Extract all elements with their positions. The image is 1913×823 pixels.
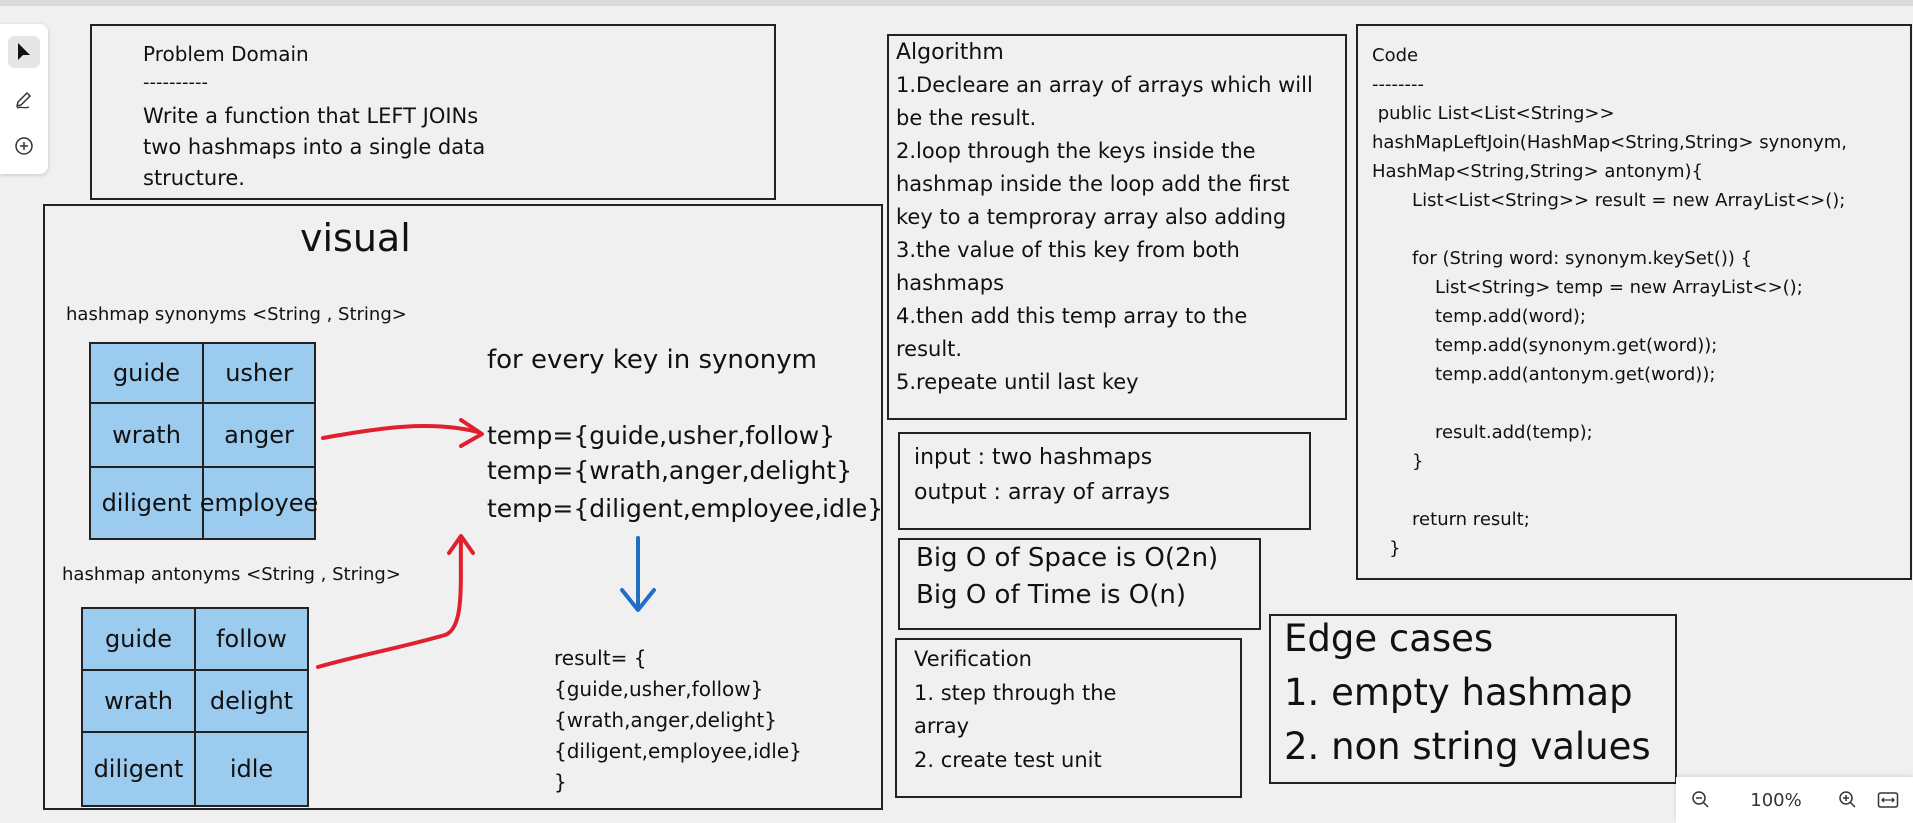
verification-title: Verification <box>914 647 1032 671</box>
code-line: Code <box>1372 45 1419 66</box>
temp-line: temp={diligent,employee,idle} <box>487 494 884 523</box>
zoom-in-button[interactable] <box>1833 785 1863 815</box>
algorithm-line: hashmaps <box>896 271 1005 295</box>
red-arrow-synonym-head <box>459 418 484 448</box>
zoom-in-icon <box>1839 791 1856 808</box>
algorithm-line: 5.repeate until last key <box>896 370 1139 394</box>
algorithm-line: 4.then add this temp array to the <box>896 304 1248 328</box>
code-line: public List<List<String>> <box>1372 103 1615 124</box>
code-line: temp.add(synonym.get(word)); <box>1372 335 1718 356</box>
big-o-space: Big O of Space is O(2n) <box>916 543 1219 573</box>
code-line: for (String word: synonym.keySet()) { <box>1372 248 1753 269</box>
algorithm-line: hashmap inside the loop add the first <box>896 172 1290 196</box>
code-line: hashMapLeftJoin(HashMap<String,String> s… <box>1372 132 1847 153</box>
edge-case-line: 2. non string values <box>1284 725 1651 768</box>
zoom-out-icon <box>1692 791 1709 808</box>
zoom-out-button[interactable] <box>1686 785 1716 815</box>
for-every-key-label: for every key in synonym <box>487 345 817 375</box>
algorithm-line: be the result. <box>896 106 1037 130</box>
edge-case-line: 1. empty hashmap <box>1284 671 1633 714</box>
code-line: -------- <box>1372 74 1424 95</box>
red-arrow-synonym <box>321 424 480 440</box>
algorithm-line: key to a temproray array also adding <box>896 205 1287 229</box>
code-line: return result; <box>1372 509 1530 530</box>
result-line: {diligent,employee,idle} <box>554 739 802 763</box>
edge-cases-title: Edge cases <box>1284 617 1494 660</box>
result-line: {wrath,anger,delight} <box>554 708 777 732</box>
temp-line: temp={wrath,anger,delight} <box>487 456 853 485</box>
big-o-time: Big O of Time is O(n) <box>916 580 1187 610</box>
zoom-control: 100% <box>1676 777 1913 823</box>
result-line: {guide,usher,follow} <box>554 677 764 701</box>
fit-width-button[interactable] <box>1873 785 1903 815</box>
code-line: List<List<String>> result = new ArrayLis… <box>1372 190 1846 211</box>
code-line: List<String> temp = new ArrayList<>(); <box>1372 277 1803 298</box>
output-line: output : array of arrays <box>914 480 1170 505</box>
algorithm-line: 2.loop through the keys inside the <box>896 139 1256 163</box>
red-arrow-antonym <box>316 538 463 669</box>
algorithm-title: Algorithm <box>896 40 1004 65</box>
algorithm-line: 1.Decleare an array of arrays which will <box>896 73 1313 97</box>
code-line: } <box>1372 451 1424 472</box>
code-line: temp.add(antonym.get(word)); <box>1372 364 1716 385</box>
temp-line: temp={guide,usher,follow} <box>487 421 836 450</box>
verification-line: 1. step through the <box>914 681 1117 705</box>
fit-width-icon <box>1877 792 1899 808</box>
result-line: } <box>554 770 567 794</box>
verification-line: 2. create test unit <box>914 748 1102 772</box>
code-line: temp.add(word); <box>1372 306 1586 327</box>
zoom-level: 100% <box>1750 789 1802 811</box>
verification-line: array <box>914 714 970 738</box>
algorithm-line: 3.the value of this key from both <box>896 238 1240 262</box>
algorithm-line: result. <box>896 337 963 361</box>
code-line: HashMap<String,String> antonym){ <box>1372 161 1703 182</box>
code-line: } <box>1372 538 1401 559</box>
code-line: result.add(temp); <box>1372 422 1593 443</box>
result-line: result= { <box>554 646 647 670</box>
input-line: input : two hashmaps <box>914 445 1153 470</box>
